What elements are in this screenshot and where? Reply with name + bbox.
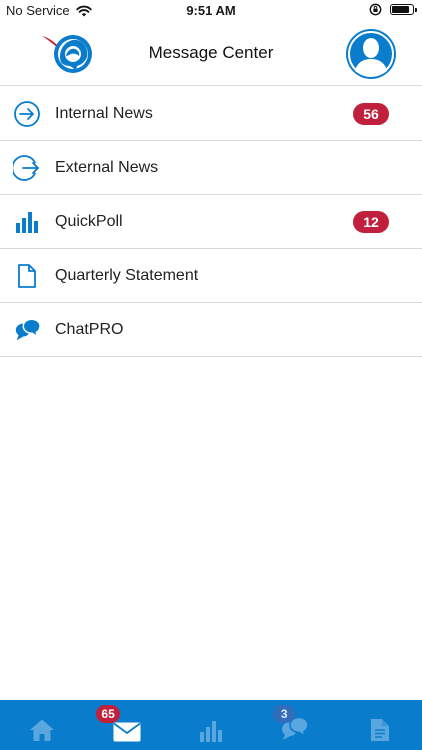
document-icon — [370, 719, 389, 741]
avatar[interactable] — [346, 29, 396, 79]
unread-count-badge: 12 — [353, 211, 389, 233]
menu-item-label: External News — [55, 158, 159, 176]
arrow-circle-right-icon — [13, 100, 41, 128]
bar-chart-icon — [200, 721, 223, 742]
bar-chart-icon — [13, 208, 41, 236]
tab-chat[interactable]: 3 — [253, 700, 337, 750]
unread-count-badge: 56 — [353, 103, 389, 125]
tab-badge: 3 — [273, 705, 296, 723]
battery-fill — [392, 6, 409, 13]
menu-item-external-news[interactable]: External News — [0, 141, 422, 195]
menu-item-quarterly-statement[interactable]: Quarterly Statement — [0, 249, 422, 303]
orientation-lock-icon — [369, 3, 382, 16]
tab-badge: 65 — [96, 705, 120, 723]
menu-item-label: ChatPRO — [55, 320, 124, 338]
header: Message Center — [0, 22, 422, 86]
status-bar: No Service 9:51 AM — [0, 0, 422, 22]
tab-documents[interactable] — [338, 700, 422, 750]
status-time: 9:51 AM — [186, 3, 236, 18]
menu-item-chatpro[interactable]: ChatPRO — [0, 303, 422, 357]
menu-item-label: QuickPoll — [55, 212, 123, 230]
menu-item-internal-news[interactable]: Internal News 56 — [0, 87, 422, 141]
tab-polls[interactable] — [169, 700, 253, 750]
tab-bar: 65 3 — [0, 700, 422, 750]
document-icon — [13, 262, 41, 290]
battery-icon — [390, 4, 417, 15]
user-avatar-icon — [348, 31, 394, 77]
menu-list: Internal News 56 External News QuickPoll… — [0, 87, 422, 357]
status-right — [369, 3, 417, 16]
menu-item-quickpoll[interactable]: QuickPoll 12 — [0, 195, 422, 249]
menu-item-label: Internal News — [55, 104, 153, 122]
mail-icon — [113, 722, 141, 742]
tab-messages[interactable]: 65 — [84, 700, 168, 750]
chat-bubbles-icon — [13, 316, 41, 344]
tab-home[interactable] — [0, 700, 84, 750]
arrow-circle-exit-icon — [13, 154, 41, 182]
menu-item-label: Quarterly Statement — [55, 266, 199, 284]
home-icon — [30, 719, 55, 741]
